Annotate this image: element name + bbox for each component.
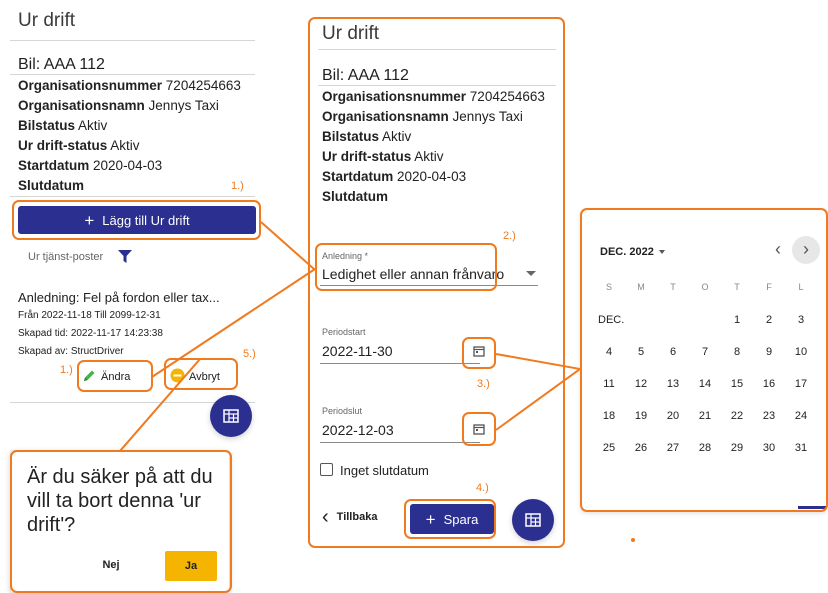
end-date-row: Slutdatum <box>18 178 84 193</box>
vehicle-title: Bil: AAA 112 <box>18 56 105 73</box>
org-number-row: Organisationsnummer 7204254663 <box>18 78 241 93</box>
vehicle-status-row: Bilstatus Aktiv <box>18 118 108 133</box>
callout-reason-select <box>315 243 497 291</box>
callout-edit-button <box>77 360 153 392</box>
info-list: Organisationsnummer 7204254663 Organisat… <box>18 76 258 196</box>
callout-add-button <box>12 200 261 240</box>
record-created: Skapad tid: 2022-11-17 14:23:38 <box>18 328 163 339</box>
start-date-row: Startdatum 2020-04-03 <box>18 158 163 173</box>
callout-save-button <box>404 499 496 539</box>
callout-calendar <box>580 208 828 512</box>
step-label-3: 3.) <box>477 378 490 390</box>
record-created-by: Skapad av: StructDriver <box>18 346 124 357</box>
org-name-row: Organisationsnamn Jennys Taxi <box>18 98 219 113</box>
step-label-1a: 1.) <box>231 180 244 192</box>
out-of-service-status-row: Ur drift-status Aktiv <box>18 138 140 153</box>
callout-connector-line <box>260 221 315 270</box>
record-period: Från 2022-11-18 Till 2099-12-31 <box>18 310 161 321</box>
step-label-5: 5.) <box>243 348 256 360</box>
callout-dialog <box>10 450 232 593</box>
record-reason: Anledning: Fel på fordon eller tax... <box>18 290 220 305</box>
calendar-grid-icon <box>223 409 239 423</box>
annotation-dot <box>631 538 635 542</box>
callout-period-start-icon <box>462 337 496 369</box>
step-label-4: 4.) <box>476 482 489 494</box>
page-title: Ur drift <box>18 10 75 31</box>
step-label-1b: 1.) <box>60 364 73 376</box>
calendar-fab-button[interactable] <box>210 395 252 437</box>
callout-period-end-icon <box>462 412 496 446</box>
filter-icon[interactable] <box>118 250 132 263</box>
filter-label: Ur tjänst-poster <box>28 251 104 263</box>
step-label-2: 2.) <box>503 230 516 242</box>
